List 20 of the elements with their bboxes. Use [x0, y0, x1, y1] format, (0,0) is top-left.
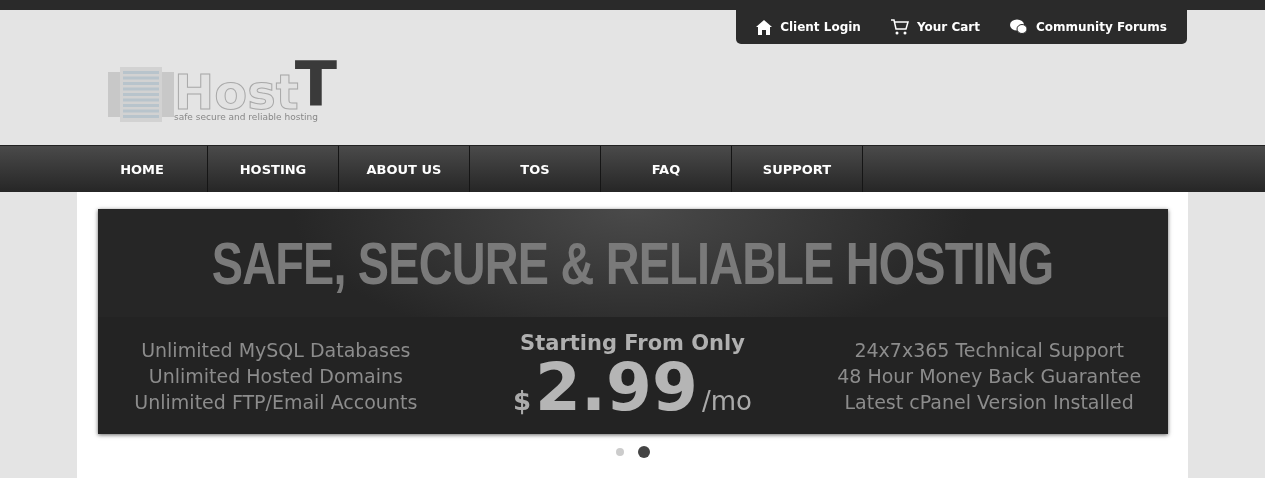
feature-text: Latest cPanel Version Installed [844, 389, 1134, 415]
cart-icon [890, 19, 909, 35]
price-label: Starting From Only [520, 330, 745, 355]
feature-text: 48 Hour Money Back Guarantee [837, 363, 1142, 389]
feature-text: Unlimited MySQL Databases [141, 337, 411, 363]
top-link[interactable]: Community Forums [1009, 19, 1167, 35]
server-rack-icon [108, 67, 174, 122]
price-amount: 2.99 [535, 354, 698, 421]
top-link[interactable]: Your Cart [890, 19, 980, 35]
chat-icon [1009, 19, 1028, 35]
slider-dot[interactable] [637, 446, 650, 458]
price-period: /mo [701, 385, 752, 416]
top-link[interactable]: Client Login [756, 19, 861, 35]
feature-text: 24x7x365 Technical Support [854, 337, 1124, 363]
slider-dot[interactable] [615, 448, 624, 456]
feature-text: Unlimited Hosted Domains [148, 363, 403, 389]
feature-text: Unlimited FTP/Email Accounts [134, 389, 418, 415]
currency-symbol: $ [513, 385, 532, 416]
banner-headline: SAFE, SECURE & RELIABLE HOSTING [211, 228, 1054, 298]
home-icon [756, 19, 773, 35]
